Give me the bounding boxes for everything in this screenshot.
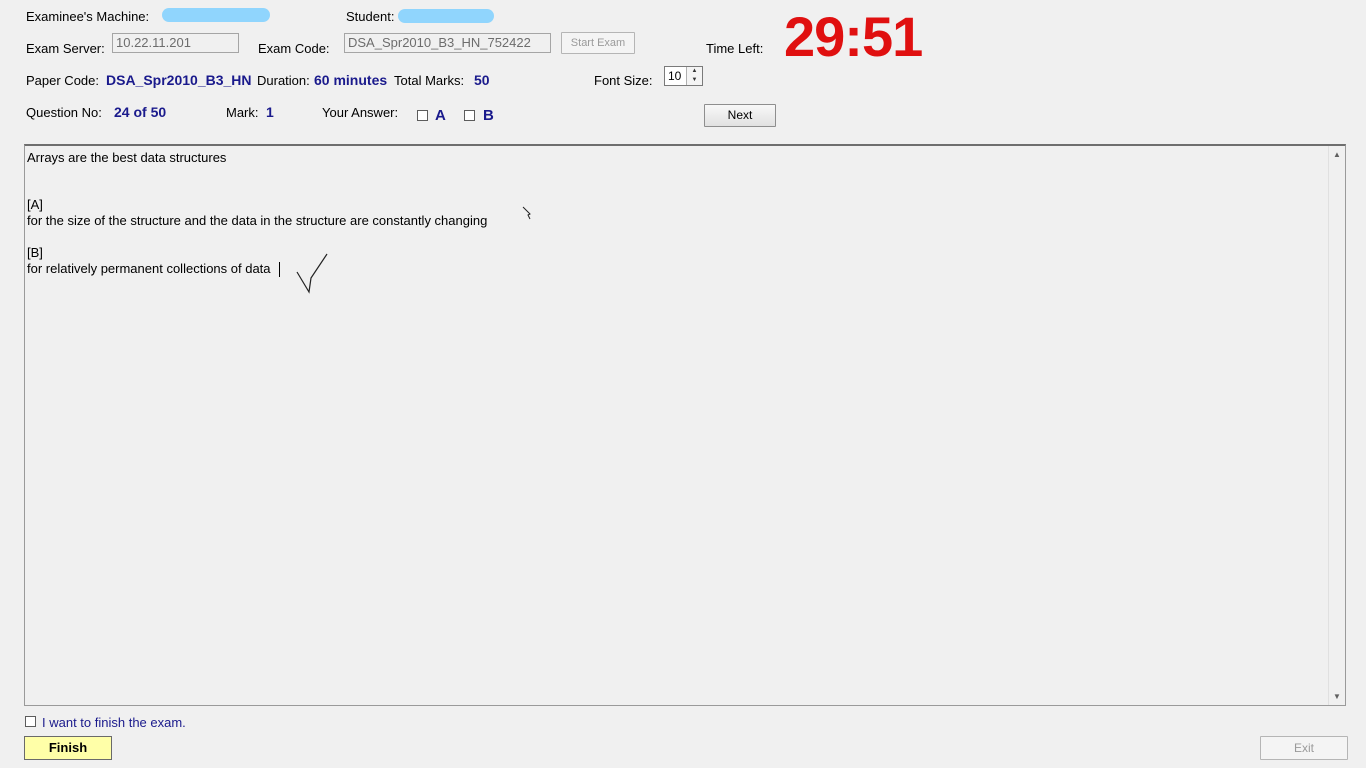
paper-code-label: Paper Code: xyxy=(26,73,99,88)
exam-code-label: Exam Code: xyxy=(258,41,330,56)
chevron-up-icon[interactable]: ▲ xyxy=(687,67,702,76)
option-a-text: for the size of the structure and the da… xyxy=(27,213,488,228)
examinee-machine-label: Examinee's Machine: xyxy=(26,9,150,24)
option-b-text: for relatively permanent collections of … xyxy=(27,261,271,276)
question-stem: Arrays are the best data structures xyxy=(27,150,227,165)
paper-code-value: DSA_Spr2010_B3_HN xyxy=(106,72,252,88)
exit-button[interactable]: Exit xyxy=(1260,736,1348,760)
exam-server-field: 10.22.11.201 xyxy=(112,33,239,53)
exam-code-field: DSA_Spr2010_B3_HN_752422 xyxy=(344,33,551,53)
finish-button[interactable]: Finish xyxy=(24,736,112,760)
question-no-label: Question No: xyxy=(26,105,102,120)
total-marks-label: Total Marks: xyxy=(394,73,465,88)
scroll-up-icon[interactable]: ▲ xyxy=(1329,150,1345,159)
question-panel[interactable]: Arrays are the best data structures [A] … xyxy=(24,144,1346,706)
finish-confirm-label[interactable]: I want to finish the exam. xyxy=(42,715,186,730)
time-left-countdown: 29:51 xyxy=(784,5,923,68)
mark-value: 1 xyxy=(266,104,274,120)
question-no-value: 24 of 50 xyxy=(114,104,167,120)
font-size-stepper[interactable]: 10 ▲ ▼ xyxy=(664,66,703,86)
text-caret xyxy=(279,262,280,277)
question-scrollbar[interactable]: ▲ ▼ xyxy=(1328,146,1345,705)
exam-server-label: Exam Server: xyxy=(26,41,105,56)
option-b-tag: [B] xyxy=(27,245,43,260)
handwritten-checkmark-icon xyxy=(296,253,328,294)
mark-label: Mark: xyxy=(226,105,259,120)
finish-confirm-checkbox[interactable] xyxy=(25,716,36,727)
duration-label: Duration: xyxy=(257,73,310,88)
font-size-arrows[interactable]: ▲ ▼ xyxy=(686,67,702,85)
duration-value: 60 minutes xyxy=(314,72,388,88)
start-exam-button[interactable]: Start Exam xyxy=(561,32,635,54)
your-answer-label: Your Answer: xyxy=(322,105,399,120)
font-size-value: 10 xyxy=(668,69,682,83)
time-left-label: Time Left: xyxy=(706,41,764,56)
student-name-redacted xyxy=(398,9,494,23)
examinee-machine-redacted xyxy=(162,8,270,22)
next-button[interactable]: Next xyxy=(704,104,776,127)
font-size-label: Font Size: xyxy=(594,73,653,88)
option-a-tag: [A] xyxy=(27,197,43,212)
student-label: Student: xyxy=(346,9,395,24)
answer-b-checkbox[interactable] xyxy=(464,110,475,121)
answer-a-label[interactable]: A xyxy=(435,107,446,124)
scroll-down-icon[interactable]: ▼ xyxy=(1329,692,1345,701)
chevron-down-icon[interactable]: ▼ xyxy=(687,76,702,85)
mouse-cursor-icon xyxy=(522,206,531,220)
answer-b-label[interactable]: B xyxy=(483,107,494,124)
total-marks-value: 50 xyxy=(474,72,490,88)
answer-a-checkbox[interactable] xyxy=(417,110,428,121)
